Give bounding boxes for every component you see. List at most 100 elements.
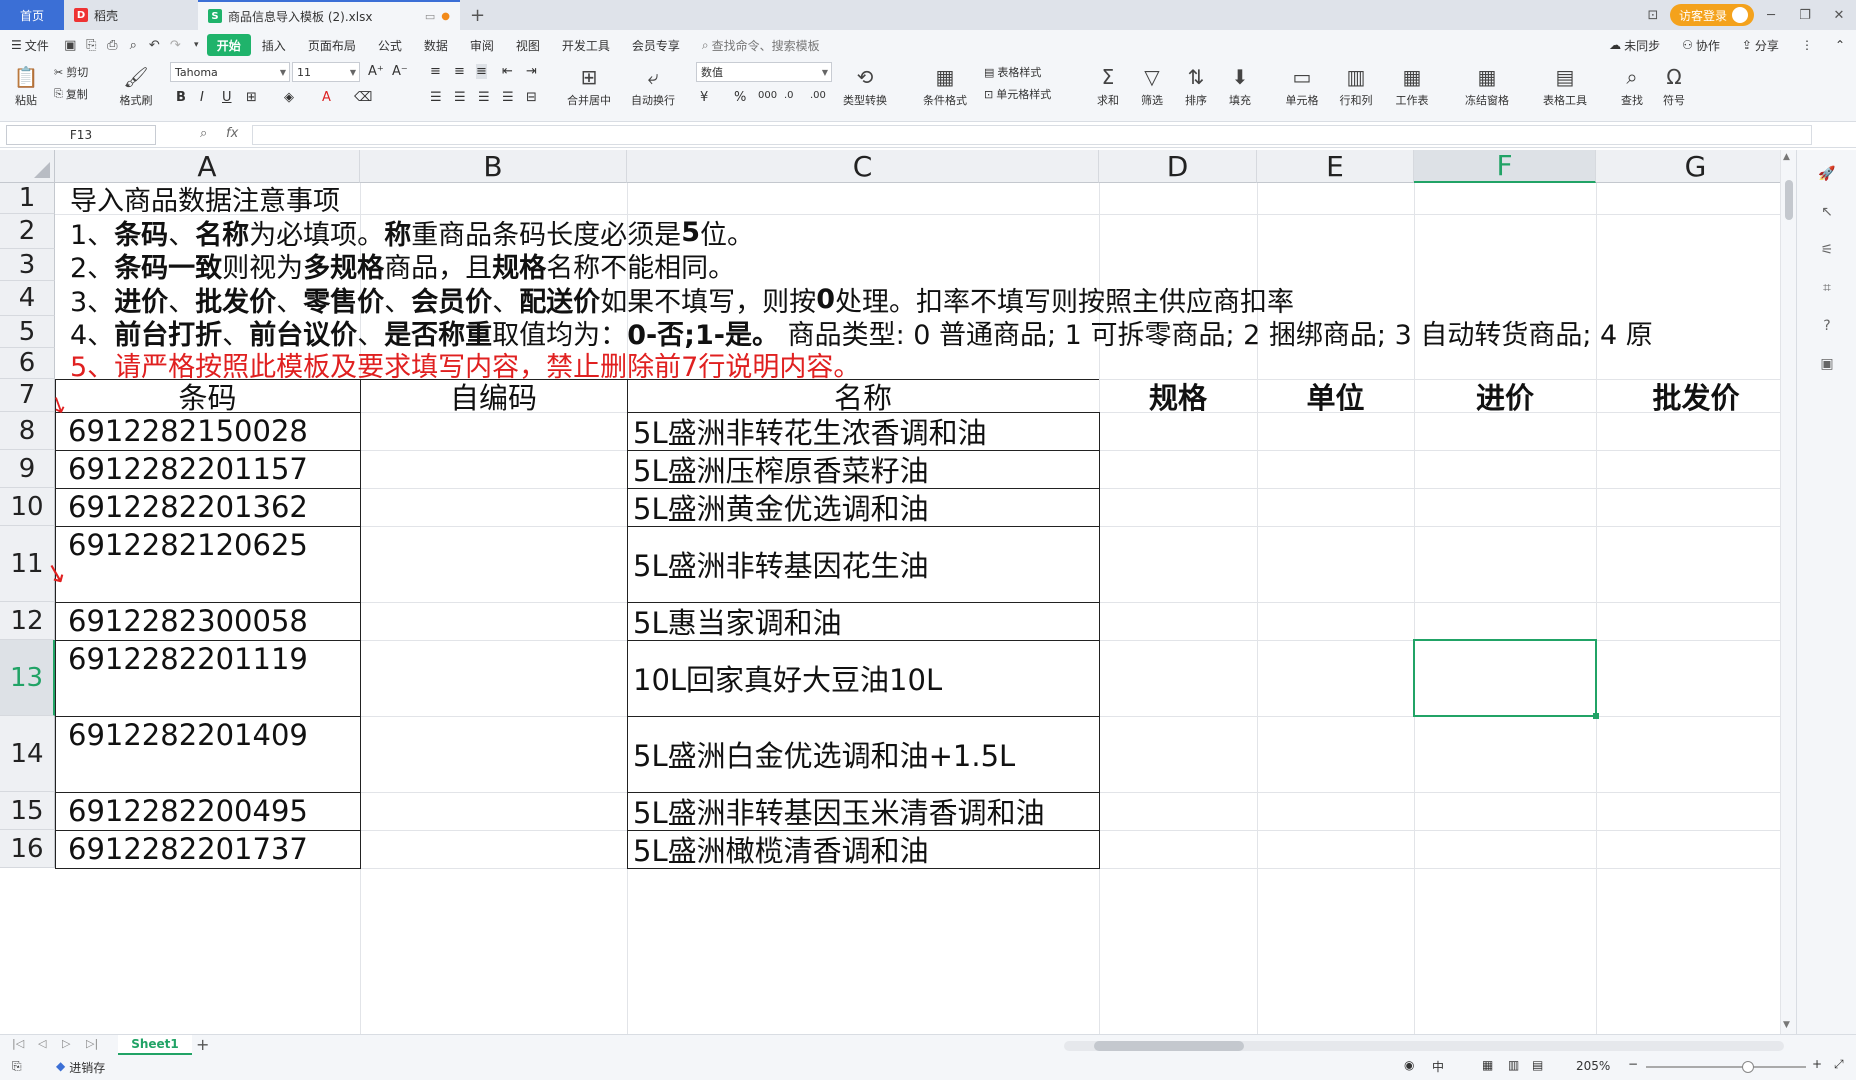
cell-barcode[interactable]: 6912282201157: [68, 450, 308, 488]
clear-format-icon[interactable]: ⌫: [354, 90, 372, 105]
format-painter-button[interactable]: 🖌 格式刷: [116, 62, 156, 108]
cell-name[interactable]: 5L惠当家调和油: [633, 602, 842, 640]
quick-access-dropdown-icon[interactable]: ▾: [189, 38, 204, 53]
filter-button[interactable]: ▽ 筛选: [1134, 62, 1170, 108]
sync-status-button[interactable]: ☁ 未同步: [1598, 37, 1671, 54]
header-spec[interactable]: 规格: [1099, 379, 1257, 415]
image-icon[interactable]: ▣: [1817, 354, 1837, 374]
row-header-12[interactable]: 12: [0, 602, 55, 640]
percent-icon[interactable]: %: [734, 90, 746, 105]
input-method-icon[interactable]: 中: [1432, 1058, 1444, 1075]
header-own-code[interactable]: 自编码: [360, 379, 627, 415]
zoom-out-icon[interactable]: −: [1628, 1057, 1638, 1071]
file-menu[interactable]: ☰ 文件: [0, 37, 60, 54]
copy-button[interactable]: ⎘ 复制: [54, 86, 88, 102]
last-sheet-icon[interactable]: ▷|: [86, 1037, 98, 1050]
scroll-up-icon[interactable]: ▲: [1783, 152, 1790, 162]
thousands-icon[interactable]: 000: [758, 90, 777, 101]
row-col-button[interactable]: ▥ 行和列: [1332, 62, 1380, 108]
inventory-addon[interactable]: ◆ 进销存: [56, 1059, 105, 1076]
window-count-icon[interactable]: ⊡: [1636, 0, 1670, 30]
vertical-scrollbar[interactable]: ▲ ▼: [1780, 150, 1796, 1034]
menu-member[interactable]: 会员专享: [621, 37, 691, 54]
more-menu-icon[interactable]: ⋮: [1790, 38, 1824, 52]
sort-button[interactable]: ⇅ 排序: [1178, 62, 1214, 108]
rocket-icon[interactable]: 🚀: [1817, 164, 1837, 184]
wrap-text-button[interactable]: ⤶ 自动换行: [624, 62, 682, 108]
save-icon[interactable]: ▣: [63, 38, 78, 53]
vertical-scroll-thumb[interactable]: [1785, 180, 1793, 220]
collapse-ribbon-icon[interactable]: ⌃: [1824, 38, 1856, 52]
bold-icon[interactable]: B: [176, 90, 186, 105]
minimize-button[interactable]: ─: [1754, 0, 1788, 30]
horizontal-scroll-thumb[interactable]: [1094, 1041, 1244, 1051]
decrease-font-icon[interactable]: A⁻: [392, 64, 408, 79]
table-style-button[interactable]: ▤ 表格样式: [984, 64, 1041, 80]
pin-icon[interactable]: ▭: [425, 10, 435, 23]
align-right-icon[interactable]: ☰: [478, 90, 490, 105]
cell-barcode[interactable]: 6912282150028: [68, 412, 308, 450]
cell-name[interactable]: 5L盛洲非转基因玉米清香调和油: [633, 792, 1045, 830]
cell-barcode[interactable]: 6912282201737: [68, 830, 308, 868]
cell-barcode[interactable]: 6912282201362: [68, 488, 308, 526]
eye-protection-icon[interactable]: ◉: [1404, 1058, 1414, 1072]
row-header-15[interactable]: 15: [0, 792, 55, 830]
distributed-icon[interactable]: ⊟: [526, 90, 537, 105]
cell-barcode[interactable]: 6912282200495: [68, 792, 308, 830]
export-icon[interactable]: ⎘: [84, 38, 99, 53]
freeze-panes-button[interactable]: ▦ 冻结窗格: [1456, 62, 1518, 108]
fill-handle[interactable]: [1593, 713, 1599, 719]
zoom-slider[interactable]: [1646, 1061, 1806, 1073]
cell-name[interactable]: 10L回家真好大豆油10L: [633, 640, 942, 716]
selected-cell-f13[interactable]: [1413, 639, 1599, 719]
row-header-3[interactable]: 3: [0, 249, 55, 281]
border-icon[interactable]: ⊞: [246, 90, 257, 105]
redo-icon[interactable]: ↷: [168, 38, 183, 53]
first-sheet-icon[interactable]: |◁: [12, 1037, 24, 1050]
next-sheet-icon[interactable]: ▷: [62, 1037, 70, 1050]
col-header-e[interactable]: E: [1257, 150, 1414, 183]
settings-slider-icon[interactable]: ⚟: [1817, 240, 1837, 260]
command-search[interactable]: ⌕ 查找命令、搜索模板: [691, 37, 831, 54]
increase-font-icon[interactable]: A⁺: [368, 64, 384, 79]
decrease-decimal-icon[interactable]: .00: [810, 90, 826, 101]
font-color-icon[interactable]: A: [322, 90, 331, 105]
add-sheet-button[interactable]: +: [196, 1035, 209, 1054]
col-header-c[interactable]: C: [627, 150, 1099, 183]
cell-barcode[interactable]: 6912282201119: [68, 640, 308, 678]
help-icon[interactable]: ?: [1817, 316, 1837, 336]
tab-file[interactable]: S 商品信息导入模板 (2).xlsx ▭ ●: [198, 0, 460, 30]
fill-color-icon[interactable]: ◈: [284, 90, 294, 105]
align-center-icon[interactable]: ☰: [454, 90, 466, 105]
row-header-5[interactable]: 5: [0, 316, 55, 348]
cell-name[interactable]: 5L盛洲非转基因花生油: [633, 526, 929, 602]
menu-view[interactable]: 视图: [505, 37, 551, 54]
fx-icon[interactable]: fx: [226, 126, 238, 141]
collaborate-button[interactable]: ⚇ 协作: [1671, 37, 1731, 54]
cell-name[interactable]: 5L盛洲橄榄清香调和油: [633, 830, 929, 868]
name-box[interactable]: F13: [6, 125, 156, 145]
header-name[interactable]: 名称: [627, 379, 1099, 415]
find-button[interactable]: ⌕ 查找: [1614, 62, 1650, 108]
row-header-6[interactable]: 6: [0, 348, 55, 379]
header-wholesale-price[interactable]: 批发价: [1596, 379, 1796, 415]
cell-barcode[interactable]: 6912282300058: [68, 602, 308, 640]
underline-icon[interactable]: U: [222, 90, 232, 105]
menu-home[interactable]: 开始: [206, 34, 251, 56]
paste-button[interactable]: 📋 粘贴: [8, 62, 44, 108]
horizontal-scrollbar[interactable]: [1064, 1041, 1784, 1051]
conditional-format-button[interactable]: ▦ 条件格式: [914, 62, 976, 108]
prev-sheet-icon[interactable]: ◁: [38, 1037, 46, 1050]
row-header-16[interactable]: 16: [0, 830, 55, 868]
crop-icon[interactable]: ⌗: [1817, 278, 1837, 298]
align-bottom-icon[interactable]: ≡: [476, 64, 487, 79]
row-header-10[interactable]: 10: [0, 488, 55, 526]
symbol-button[interactable]: Ω 符号: [1656, 62, 1692, 108]
status-icon[interactable]: ⎘: [12, 1059, 22, 1074]
select-all-corner[interactable]: [0, 150, 55, 183]
undo-icon[interactable]: ↶: [147, 38, 162, 53]
page-layout-view-icon[interactable]: ▥: [1508, 1058, 1519, 1072]
cell-name[interactable]: 5L盛洲白金优选调和油+1.5L: [633, 716, 1015, 792]
cell-barcode[interactable]: 6912282201409: [68, 716, 308, 754]
italic-icon[interactable]: I: [200, 90, 204, 105]
